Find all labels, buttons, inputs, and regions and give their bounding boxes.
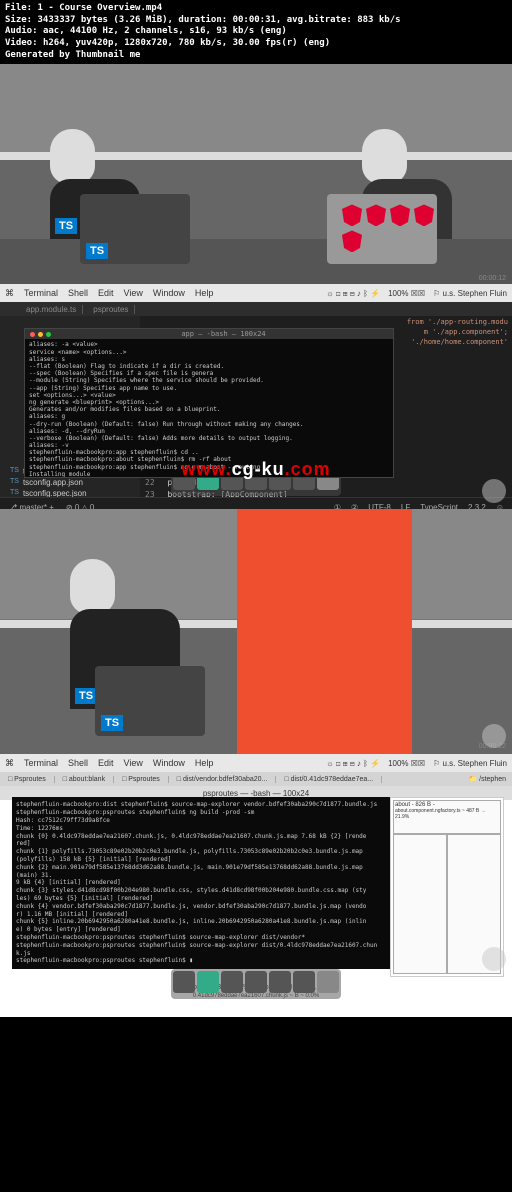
battery-status: 100% ☒☒ — [388, 759, 425, 768]
dock-item[interactable] — [173, 971, 195, 993]
timestamp: 00:00:12 — [479, 275, 506, 282]
menu-help[interactable]: Help — [195, 288, 214, 298]
menu-shell[interactable]: Shell — [68, 288, 88, 298]
editor-tab[interactable]: psproutes — [87, 305, 135, 314]
browser-tab[interactable]: □ dist/0.41dc978eddae7ea... — [276, 776, 382, 783]
menu-edit[interactable]: Edit — [98, 758, 114, 768]
browser-tab[interactable]: □ dist/vendor.bdfef30aba20... — [169, 776, 277, 783]
laptop-left: TS — [80, 194, 190, 264]
menubar[interactable]: ⌘ Terminal Shell Edit View Window Help ☼… — [0, 754, 512, 772]
close-icon[interactable] — [30, 332, 35, 337]
ts-sticker: TS — [55, 218, 77, 234]
browser-tabs[interactable]: □ Psproutes □ about:blank □ Psproutes □ … — [0, 772, 512, 786]
watermark: www.cg-ku.com — [181, 459, 330, 480]
code-line: from './app-routing.modu — [407, 318, 508, 328]
terminal-titlebar[interactable]: app — -bash — 100x24 — [25, 329, 393, 339]
dock-item[interactable] — [197, 971, 219, 993]
editor-tabs[interactable]: app.module.ts psproutes — [0, 302, 512, 316]
menu-terminal[interactable]: Terminal — [24, 288, 58, 298]
ts-sticker: TS — [75, 688, 97, 704]
dock-item[interactable] — [293, 971, 315, 993]
browser-tab[interactable]: □ about:blank — [55, 776, 114, 783]
laptop-right — [327, 194, 437, 264]
terminal-output: stephenfluin-macbookpro:dist stephenflui… — [16, 801, 386, 965]
menubar-icons[interactable]: ☼ ⊡ ⊞ ⊟ ♪ ᛒ ⚡ — [326, 759, 380, 768]
browser-tab[interactable]: 📁 /stephen — [462, 775, 512, 783]
menu-edit[interactable]: Edit — [98, 288, 114, 298]
menu-view[interactable]: View — [124, 758, 143, 768]
apple-icon[interactable]: ⌘ — [5, 758, 14, 769]
angular-shield-icon — [390, 204, 410, 226]
editor-tab[interactable]: app.module.ts — [20, 305, 83, 314]
menu-window[interactable]: Window — [153, 758, 185, 768]
battery-status: 100% ☒☒ — [388, 289, 425, 298]
terminal-window[interactable]: app — -bash — 100x24 aliases: -a <value>… — [24, 328, 394, 478]
ts-sticker: TS — [86, 243, 108, 259]
menu-help[interactable]: Help — [195, 758, 214, 768]
macos-dock[interactable] — [171, 969, 341, 999]
angular-stickers — [342, 204, 437, 252]
trash-icon[interactable] — [317, 971, 339, 993]
map-block[interactable]: about - 826 B - about.component.ngfactor… — [393, 800, 501, 834]
terminal-output: aliases: -a <value> service <name> <opti… — [29, 341, 389, 478]
angular-shield-icon — [366, 204, 386, 226]
orange-panel — [237, 509, 412, 754]
angular-shield-icon — [342, 230, 362, 252]
file-metadata: File: 1 - Course Overview.mp4 Size: 3433… — [0, 0, 512, 64]
maximize-icon[interactable] — [46, 332, 51, 337]
dock-item[interactable] — [221, 971, 243, 993]
menu-shell[interactable]: Shell — [68, 758, 88, 768]
terminal-title: app — -bash — 100x24 — [181, 330, 265, 338]
menubar[interactable]: ⌘ Terminal Shell Edit View Window Help ☼… — [0, 284, 512, 302]
code-line: './home/home.component' — [407, 338, 508, 348]
angular-shield-icon — [342, 204, 362, 226]
menu-window[interactable]: Window — [153, 288, 185, 298]
angular-shield-icon — [414, 204, 434, 226]
dock-item[interactable] — [269, 971, 291, 993]
ts-file-icon: TS — [10, 467, 19, 476]
browser-tab[interactable]: □ Psproutes — [0, 776, 55, 783]
apple-icon[interactable]: ⌘ — [5, 288, 14, 299]
map-block[interactable] — [393, 834, 447, 974]
menu-view[interactable]: View — [124, 288, 143, 298]
dock-item[interactable] — [245, 971, 267, 993]
thumbnail-1: TS TS 00:00:12 — [0, 64, 512, 284]
menu-terminal[interactable]: Terminal — [24, 758, 58, 768]
menubar-icons[interactable]: ☼ ⊡ ⊞ ⊟ ♪ ᛒ ⚡ — [326, 289, 380, 298]
laptop-left: TS — [95, 666, 205, 736]
code-line: m './app.component'; — [407, 328, 508, 338]
ts-sticker: TS — [101, 715, 123, 731]
minimize-icon[interactable] — [38, 332, 43, 337]
file-item[interactable]: TStsconfig.app.json — [0, 477, 140, 488]
user-name[interactable]: ⚐ u.s. Stephen Fluin — [433, 289, 507, 298]
thumbnail-3: TS TS 00:00:22 — [0, 509, 512, 754]
terminal-window[interactable]: stephenfluin-macbookpro:dist stephenflui… — [12, 797, 390, 969]
user-name[interactable]: ⚐ u.s. Stephen Fluin — [433, 759, 507, 768]
ts-file-icon: TS — [10, 478, 19, 487]
browser-tab[interactable]: □ Psproutes — [114, 776, 169, 783]
